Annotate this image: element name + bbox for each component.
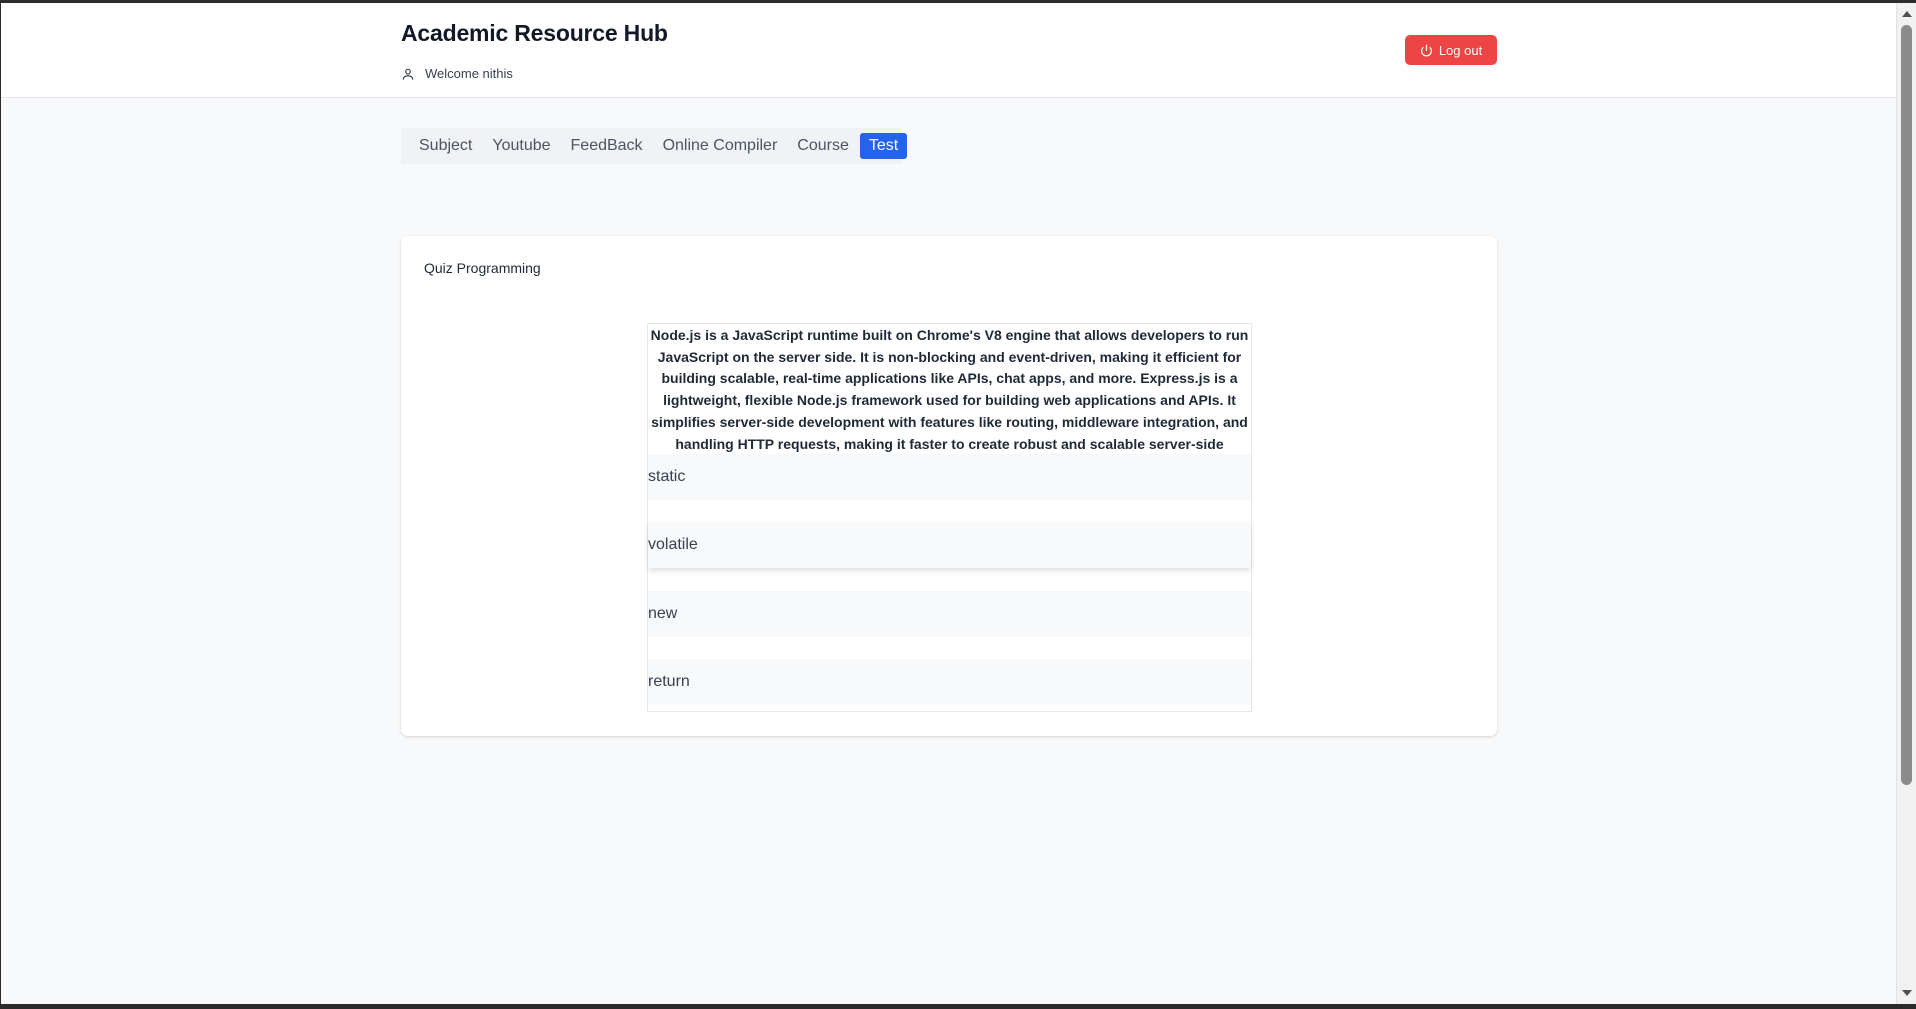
scrollbar-thumb[interactable] (1901, 25, 1912, 785)
tab-feedback[interactable]: FeedBack (562, 133, 652, 159)
answer-option-return[interactable]: return (648, 659, 1251, 705)
scroll-down-arrow-icon[interactable] (1902, 990, 1912, 996)
user-icon (402, 68, 414, 80)
tab-subject[interactable]: Subject (410, 133, 481, 159)
logout-icon (1420, 43, 1432, 56)
welcome-text: Welcome nithis (425, 66, 513, 81)
logout-label: Log out (1438, 42, 1483, 58)
tab-course[interactable]: Course (788, 133, 858, 159)
logout-button[interactable]: Log out (1405, 35, 1497, 65)
scroll-up-arrow-icon[interactable] (1902, 11, 1912, 17)
answer-option-volatile[interactable]: volatile (648, 522, 1251, 568)
nav-tabs: Subject Youtube FeedBack Online Compiler… (401, 128, 908, 164)
welcome-message: Welcome nithis (401, 66, 513, 81)
quiz-card: Quiz Programming Node.js is a JavaScript… (401, 236, 1497, 736)
app-title: Academic Resource Hub (401, 20, 668, 46)
quiz-title: Quiz Programming (424, 260, 541, 276)
answer-option-new[interactable]: new (648, 591, 1251, 637)
tab-online-compiler[interactable]: Online Compiler (654, 133, 787, 159)
vertical-scrollbar[interactable] (1896, 3, 1916, 1004)
tab-test[interactable]: Test (859, 133, 908, 159)
answer-option-static[interactable]: static (648, 454, 1251, 500)
browser-viewport: Academic Resource Hub Welcome nithis Log… (0, 0, 1916, 1009)
app-header: Academic Resource Hub Welcome nithis Log… (1, 3, 1898, 98)
quiz-question-box: Node.js is a JavaScript runtime built on… (647, 323, 1252, 712)
tab-youtube[interactable]: Youtube (483, 133, 559, 159)
